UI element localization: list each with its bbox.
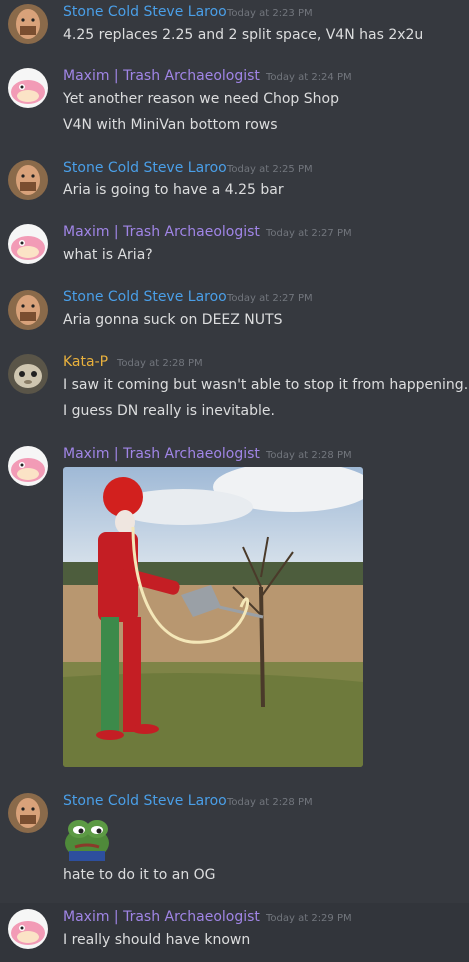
timestamp: Today at 2:28 PM (266, 450, 352, 461)
pepe-emoji-icon[interactable] (63, 813, 111, 861)
username[interactable]: Maxim | Trash Archaeologist (63, 909, 260, 925)
timestamp: Today at 2:24 PM (266, 72, 352, 83)
username[interactable]: Stone Cold Steve Laroo (63, 289, 227, 305)
timestamp: Today at 2:27 PM (266, 228, 352, 239)
avatar-maxim[interactable] (8, 909, 48, 949)
timestamp: Today at 2:27 PM (227, 293, 313, 304)
message-text: I guess DN really is inevitable. (63, 403, 275, 419)
username[interactable]: Stone Cold Steve Laroo (63, 793, 227, 809)
timestamp: Today at 2:25 PM (227, 164, 313, 175)
message-text: Aria is going to have a 4.25 bar (63, 182, 284, 198)
message-text: Yet another reason we need Chop Shop (63, 91, 339, 107)
message-text: hate to do it to an OG (63, 867, 216, 883)
message-text: I really should have known (63, 932, 251, 948)
message-text: 4.25 replaces 2.25 and 2 split space, V4… (63, 27, 424, 43)
clown-gif-image[interactable] (63, 467, 363, 767)
username[interactable]: Maxim | Trash Archaeologist (63, 68, 260, 84)
username[interactable]: Stone Cold Steve Laroo (63, 160, 227, 176)
avatar-steve[interactable] (8, 4, 48, 44)
timestamp: Today at 2:29 PM (266, 913, 352, 924)
message-text: what is Aria? (63, 247, 153, 263)
timestamp: Today at 2:28 PM (117, 358, 203, 369)
username[interactable]: Maxim | Trash Archaeologist (63, 224, 260, 240)
avatar-maxim[interactable] (8, 446, 48, 486)
username[interactable]: Maxim | Trash Archaeologist (63, 446, 260, 462)
username[interactable]: Stone Cold Steve Laroo (63, 4, 227, 20)
avatar-maxim[interactable] (8, 224, 48, 264)
avatar-steve[interactable] (8, 793, 48, 833)
message-text: V4N with MiniVan bottom rows (63, 117, 278, 133)
message-text: Aria gonna suck on DEEZ NUTS (63, 312, 283, 328)
username[interactable]: Kata-P (63, 354, 108, 370)
timestamp: Today at 2:23 PM (227, 8, 313, 19)
message-text: I saw it coming but wasn't able to stop … (63, 377, 469, 393)
avatar-maxim[interactable] (8, 68, 48, 108)
timestamp: Today at 2:28 PM (227, 797, 313, 808)
avatar-steve[interactable] (8, 290, 48, 330)
avatar-steve[interactable] (8, 160, 48, 200)
avatar-kata[interactable] (8, 354, 48, 394)
